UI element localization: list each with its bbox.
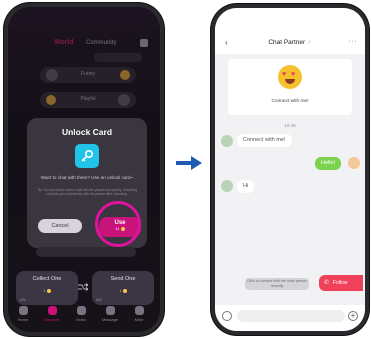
- nav-home[interactable]: Home: [10, 306, 36, 322]
- dialog-title: Unlock Card: [61, 127, 113, 137]
- chat-title: Chat Partner ♂: [215, 39, 365, 46]
- chat-partner-name: Chat Partner: [268, 39, 306, 46]
- incoming-message: Hi: [237, 180, 255, 193]
- follow-label: Follow: [333, 280, 348, 286]
- phone-icon: ✆: [324, 280, 330, 286]
- incoming-message: Connect with me!: [237, 134, 292, 147]
- nav-label: Message: [101, 317, 119, 322]
- message-input[interactable]: [237, 310, 345, 322]
- chat-input-bar: +: [215, 305, 365, 331]
- nav-discover[interactable]: Discover: [39, 306, 65, 322]
- connect-text: Connect with me!: [271, 99, 309, 104]
- chat-header: ‹ Chat Partner ♂ ···: [215, 8, 365, 54]
- nav-label: Home: [17, 317, 29, 322]
- collect-one-label: Collect One: [32, 276, 62, 282]
- highlight-ring: [95, 201, 141, 247]
- profile-icon: [134, 306, 144, 315]
- right-phone-frame: ‹ Chat Partner ♂ ··· ♥ ♥ Connect with me!…: [211, 4, 369, 335]
- outgoing-message: Hello!: [315, 157, 342, 170]
- heart-eyes-emoji-icon: ♥ ♥: [278, 65, 302, 89]
- right-arrow-icon: [176, 156, 202, 170]
- video-icon: [76, 306, 86, 315]
- list-item: [36, 247, 136, 257]
- comparison-stage: World Community Funny Playful Unlock Car…: [0, 0, 371, 339]
- male-icon: ♂: [307, 40, 312, 46]
- dialog-question: Want to chat with them? Use an unlock ca…: [40, 175, 134, 180]
- bottom-nav: Home Discover Video Message Mine: [8, 306, 160, 328]
- connect-notice[interactable]: Click to connect with the other person r…: [245, 278, 309, 290]
- left-screen: World Community Funny Playful Unlock Car…: [8, 7, 160, 332]
- send-one-cost: 1: [92, 288, 154, 293]
- coin-icon: [122, 288, 127, 293]
- collect-one-count: 0/5: [20, 297, 26, 302]
- nav-label: Mine: [134, 317, 144, 322]
- right-screen: ‹ Chat Partner ♂ ··· ♥ ♥ Connect with me!…: [215, 8, 365, 331]
- avatar[interactable]: [221, 180, 233, 192]
- nav-message[interactable]: Message: [97, 306, 123, 322]
- coin-icon: [46, 288, 51, 293]
- follow-button[interactable]: ✆ Follow: [319, 275, 363, 291]
- timestamp: 10:48: [284, 123, 296, 128]
- emoji-icon[interactable]: [222, 311, 232, 321]
- nav-mine[interactable]: Mine: [126, 306, 152, 322]
- dialog-tip: Tip: You can unlock card to chat with th…: [37, 188, 137, 197]
- nav-video[interactable]: Video: [68, 306, 94, 322]
- home-icon: [18, 306, 28, 315]
- key-icon: [75, 144, 99, 168]
- left-phone-frame: World Community Funny Playful Unlock Car…: [4, 3, 164, 336]
- collect-one-cost: 1: [16, 288, 78, 293]
- send-one-label: Send One: [110, 276, 136, 282]
- cancel-button[interactable]: Cancel: [38, 219, 82, 233]
- nav-label: Video: [75, 317, 87, 322]
- plus-icon[interactable]: +: [348, 311, 358, 321]
- compass-icon: [47, 306, 57, 315]
- message-icon: [105, 306, 115, 315]
- avatar[interactable]: [221, 135, 233, 147]
- avatar[interactable]: [348, 157, 360, 169]
- send-one-button[interactable]: Send One 1 0/5: [92, 271, 154, 305]
- more-button[interactable]: ···: [349, 38, 358, 45]
- connect-card: ♥ ♥ Connect with me!: [228, 59, 352, 115]
- shuffle-icon[interactable]: [78, 283, 88, 291]
- collect-one-button[interactable]: Collect One 1 0/5: [16, 271, 78, 305]
- nav-label: Discover: [44, 317, 60, 322]
- send-one-count: 0/5: [96, 297, 102, 302]
